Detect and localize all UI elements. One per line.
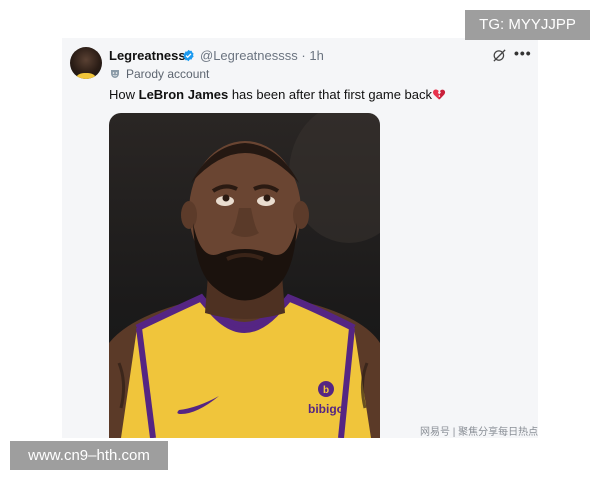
tg-banner: TG: MYYJJPP <box>465 10 590 40</box>
svg-text:b: b <box>323 385 329 396</box>
separator: · <box>301 48 306 63</box>
broken-heart-emoji <box>433 89 446 100</box>
more-options-icon[interactable]: ••• <box>514 45 532 61</box>
handle-and-time: @Legreatnessss · 1h <box>200 48 324 63</box>
tweet-text-end: has been after that first game back <box>228 87 432 102</box>
parody-mask-icon <box>111 70 119 78</box>
parody-account-label: Parody account <box>126 67 210 81</box>
grok-icon[interactable] <box>492 48 507 63</box>
jersey-sponsor-text: bibigo <box>308 402 344 416</box>
avatar-jersey <box>74 73 98 79</box>
handle[interactable]: @Legreatnessss <box>200 48 298 63</box>
avatar[interactable] <box>70 47 102 79</box>
tweet-text: How LeBron James has been after that fir… <box>109 87 446 102</box>
source-watermark: 网易号 | 聚焦分享每日热点 <box>420 427 539 438</box>
player-photo-illustration: b bibigo <box>109 113 380 438</box>
verified-badge-icon <box>183 49 194 62</box>
site-url-banner: www.cn9–hth.com <box>10 441 168 470</box>
post-photo[interactable]: b bibigo <box>109 113 380 438</box>
tweet-text-start: How <box>109 87 139 102</box>
tweet-card: Legreatness @Legreatnessss · 1h ••• Paro… <box>62 38 538 438</box>
display-name[interactable]: Legreatness <box>109 48 186 63</box>
post-time[interactable]: 1h <box>309 48 323 63</box>
tweet-text-bold-name[interactable]: LeBron James <box>139 87 229 102</box>
